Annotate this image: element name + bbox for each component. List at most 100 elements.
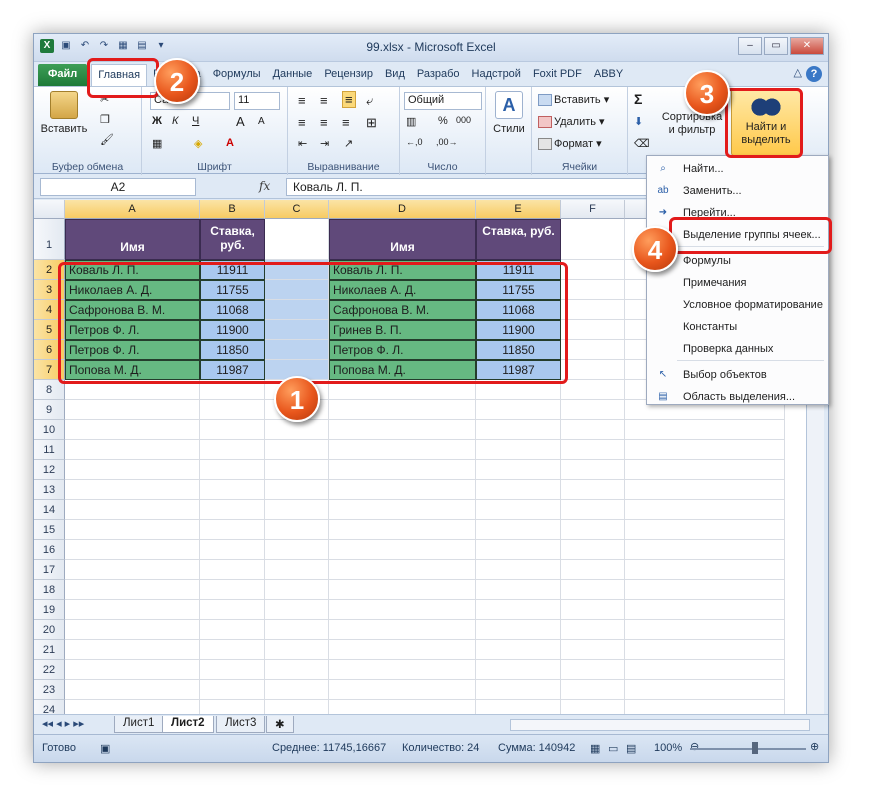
grid-cell[interactable] <box>561 480 625 500</box>
row-header[interactable]: 24 <box>34 700 65 714</box>
grid-cell[interactable] <box>200 440 265 460</box>
grid-cell[interactable] <box>265 600 329 620</box>
grid-cell[interactable] <box>625 560 785 580</box>
row-header[interactable]: 23 <box>34 680 65 700</box>
zoom-slider[interactable] <box>690 748 806 750</box>
grid-cell[interactable] <box>265 500 329 520</box>
grow-font-button[interactable]: A <box>236 114 245 129</box>
grid-cell[interactable] <box>65 560 200 580</box>
delete-cells-button[interactable]: Удалить ▾ <box>538 115 605 129</box>
grid-cell[interactable] <box>200 460 265 480</box>
merge-icon[interactable]: ⊞ <box>366 115 377 131</box>
grid-cell[interactable] <box>561 340 625 360</box>
align-top-icon[interactable]: ≡ <box>298 93 306 108</box>
grid-cell[interactable] <box>65 680 200 700</box>
align-bottom-icon[interactable]: ≡ <box>342 91 356 108</box>
grid-cell[interactable] <box>561 580 625 600</box>
grid-cell[interactable] <box>561 380 625 400</box>
grid-cell[interactable] <box>65 460 200 480</box>
bold-button[interactable]: Ж <box>152 115 162 127</box>
column-header[interactable]: D <box>329 200 476 219</box>
column-header[interactable]: B <box>200 200 265 219</box>
tab-review[interactable]: Рецензир <box>318 64 379 86</box>
view-normal-icon[interactable]: ▦ <box>590 742 600 755</box>
grid-cell[interactable] <box>476 600 561 620</box>
grid-cell[interactable] <box>476 440 561 460</box>
grid-cell[interactable] <box>65 520 200 540</box>
grid-cell[interactable] <box>476 680 561 700</box>
grid-cell[interactable] <box>265 640 329 660</box>
grid-cell[interactable] <box>561 540 625 560</box>
format-painter-icon[interactable]: 🖌 <box>100 133 114 146</box>
grid-cell[interactable] <box>329 460 476 480</box>
grid-cell[interactable] <box>329 500 476 520</box>
grid-cell[interactable] <box>200 640 265 660</box>
grid-cell[interactable] <box>329 660 476 680</box>
grid-cell[interactable] <box>200 400 265 420</box>
menu-item[interactable]: ↖ Выбор объектов <box>647 364 828 386</box>
grid-cell[interactable] <box>476 400 561 420</box>
grid-cell[interactable] <box>265 540 329 560</box>
grid-cell[interactable] <box>561 320 625 340</box>
insert-cells-button[interactable]: Вставить ▾ <box>538 93 609 107</box>
grid-cell[interactable] <box>561 500 625 520</box>
grid-cell[interactable] <box>561 700 625 714</box>
row-header[interactable]: 10 <box>34 420 65 440</box>
menu-item[interactable]: Условное форматирование <box>647 294 828 316</box>
grid-cell[interactable] <box>265 440 329 460</box>
shrink-font-button[interactable]: A <box>258 116 265 127</box>
wrap-text-icon[interactable]: ⤶ <box>366 93 373 109</box>
grid-cell[interactable] <box>625 460 785 480</box>
align-center-icon[interactable]: ≡ <box>320 115 328 130</box>
grid-cell[interactable] <box>200 680 265 700</box>
grid-cell[interactable] <box>561 560 625 580</box>
collapse-ribbon-icon[interactable]: △ <box>794 66 802 82</box>
grid-cell[interactable] <box>476 500 561 520</box>
select-all-corner[interactable] <box>34 200 65 219</box>
grid-cell[interactable] <box>561 680 625 700</box>
row-header[interactable]: 13 <box>34 480 65 500</box>
view-page-layout-icon[interactable]: ▭ <box>608 742 618 755</box>
increase-decimal-icon[interactable]: ←,0 <box>406 137 423 147</box>
increase-indent-icon[interactable]: ⇥ <box>320 137 329 150</box>
clear-icon[interactable]: ⌫ <box>634 137 650 150</box>
grid-cell[interactable] <box>625 500 785 520</box>
menu-item[interactable]: Проверка данных <box>647 338 828 360</box>
grid-cell[interactable] <box>625 440 785 460</box>
header-name-right[interactable]: Имя <box>329 219 476 260</box>
row-header[interactable]: 21 <box>34 640 65 660</box>
column-header[interactable]: A <box>65 200 200 219</box>
row-header[interactable]: 18 <box>34 580 65 600</box>
tab-abbyy[interactable]: ABBY <box>588 64 629 86</box>
grid-cell[interactable] <box>65 660 200 680</box>
grid-cell[interactable] <box>561 400 625 420</box>
grid-cell[interactable] <box>625 680 785 700</box>
zoom-slider-thumb[interactable] <box>752 742 758 754</box>
grid-cell[interactable] <box>265 680 329 700</box>
header-rate-left[interactable]: Ставка, руб. <box>200 219 265 260</box>
sheet-nav-icons[interactable]: ◂◂ ◂ ▸ ▸▸ <box>42 717 84 730</box>
grid-cell[interactable] <box>561 260 625 280</box>
copy-icon[interactable]: ❐ <box>100 113 110 126</box>
tab-view[interactable]: Вид <box>379 64 411 86</box>
thousands-button[interactable]: 000 <box>456 115 471 125</box>
decrease-indent-icon[interactable]: ⇤ <box>298 137 307 150</box>
grid-cell[interactable] <box>625 660 785 680</box>
grid-cell[interactable] <box>265 560 329 580</box>
align-left-icon[interactable]: ≡ <box>298 115 306 130</box>
grid-cell[interactable] <box>200 420 265 440</box>
grid-cell[interactable] <box>200 540 265 560</box>
grid-cell[interactable] <box>329 560 476 580</box>
grid-cell[interactable] <box>561 620 625 640</box>
grid-cell[interactable] <box>265 420 329 440</box>
fx-icon[interactable]: fx <box>259 179 270 193</box>
grid-cell[interactable] <box>200 660 265 680</box>
grid-cell[interactable] <box>65 700 200 714</box>
format-cells-button[interactable]: Формат ▾ <box>538 137 602 151</box>
grid-cell[interactable] <box>561 640 625 660</box>
grid-cell[interactable] <box>561 300 625 320</box>
maximize-button[interactable]: ▭ <box>764 37 788 55</box>
grid-cell[interactable] <box>65 540 200 560</box>
row-header[interactable]: 14 <box>34 500 65 520</box>
tab-data[interactable]: Данные <box>267 64 319 86</box>
